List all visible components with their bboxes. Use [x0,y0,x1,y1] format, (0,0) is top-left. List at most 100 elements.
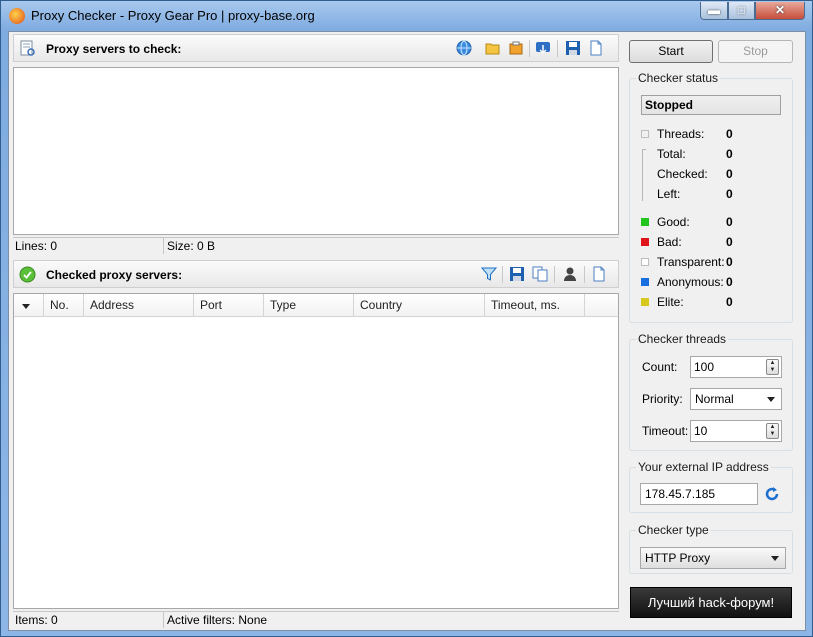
status-label: Threads: [657,127,705,141]
title-bar[interactable]: Proxy Checker - Proxy Gear Pro | proxy-b… [1,1,812,29]
column-header-country[interactable]: Country [354,294,485,316]
spin-arrows-icon[interactable]: ▲ ▼ [766,359,779,375]
status-row-transparent: Transparent: 0 [630,255,810,271]
toolbar-separator [557,40,558,57]
checker-type-select[interactable]: HTTP Proxy [640,547,786,569]
size-count: Size: 0 B [167,239,216,253]
refresh-icon[interactable] [763,485,781,503]
filter-icon[interactable] [481,266,497,282]
proxy-list-header: Proxy servers to check: [13,34,619,62]
status-label: Checked: [657,167,708,181]
checker-status-group: Checker status Stopped Threads: 0 Total:… [629,71,793,323]
new-document-icon[interactable] [588,40,604,56]
checker-status-legend: Checker status [636,71,721,85]
toolbar-separator [502,266,503,283]
status-value: 0 [726,255,733,269]
right-panel: Start Stop Checker status Stopped Thread… [623,32,807,632]
bad-color-swatch [641,238,649,246]
external-ip-field[interactable]: 178.45.7.185 [640,483,758,505]
save-icon[interactable] [565,40,581,56]
status-row-threads: Threads: 0 [630,127,810,143]
status-label: Anonymous: [657,275,724,289]
paste-icon[interactable] [508,40,524,56]
status-row-bad: Bad: 0 [630,235,810,251]
start-button[interactable]: Start [629,40,713,63]
count-label: Count: [642,360,678,374]
spin-arrows-icon[interactable]: ▲ ▼ [766,423,779,439]
timeout-value: 10 [694,424,708,438]
status-label: Left: [657,187,681,201]
external-ip-legend: Your external IP address [636,460,771,474]
minimize-button[interactable]: ▬ [700,2,728,20]
client-area: Proxy servers to check: Lines: 0 Size: 0… [8,31,806,631]
elite-color-swatch [641,298,649,306]
stop-button[interactable]: Stop [718,40,793,63]
toolbar-separator [584,266,585,283]
active-filters: Active filters: None [167,613,268,627]
minimize-icon: ▬ [708,3,720,17]
close-icon: ✕ [774,3,786,17]
checker-threads-legend: Checker threads [636,332,729,346]
status-value: 0 [726,275,733,289]
checker-type-group: Checker type HTTP Proxy [629,523,793,574]
checked-list-statusbar: Items: 0 Active filters: None [13,611,619,628]
status-row-total: Total: 0 [630,147,810,163]
status-row-elite: Elite: 0 [630,295,810,311]
checker-type-value: HTTP Proxy [645,551,711,565]
column-header-no[interactable]: No. [44,294,84,316]
count-value: 100 [694,360,715,374]
priority-label: Priority: [642,392,683,406]
status-label: Total: [657,147,686,161]
external-ip-value: 178.45.7.185 [645,487,716,501]
checker-state: Stopped [641,95,781,115]
status-value: 0 [726,127,733,141]
status-divider [163,612,164,628]
status-row-anonymous: Anonymous: 0 [630,275,810,291]
proxy-list-textarea[interactable] [13,67,619,235]
column-header-address[interactable]: Address [84,294,194,316]
import-icon[interactable] [535,40,551,56]
good-color-swatch [641,218,649,226]
status-value: 0 [726,235,733,249]
promo-banner[interactable]: Лучший hack-форум! [630,587,792,618]
timeout-label: Timeout: [642,424,689,438]
priority-select[interactable]: Normal [690,388,782,410]
proxy-list-icon [20,40,35,56]
count-stepper[interactable]: 100 ▲ ▼ [690,356,782,378]
save-icon[interactable] [509,266,525,282]
status-row-checked: Checked: 0 [630,167,810,183]
column-selector[interactable] [14,294,44,316]
status-value: 0 [726,147,733,161]
close-button[interactable]: ✕ [755,2,805,20]
status-label: Elite: [657,295,684,309]
column-header-port[interactable]: Port [194,294,264,316]
status-label: Good: [657,215,690,229]
proxy-list-statusbar: Lines: 0 Size: 0 B [13,237,619,254]
lines-count: Lines: 0 [15,239,58,253]
globe-icon[interactable] [456,40,472,56]
transparent-color-swatch [641,258,649,266]
app-window: Proxy Checker - Proxy Gear Pro | proxy-b… [0,0,813,637]
column-header-timeout[interactable]: Timeout, ms. [485,294,585,316]
status-row-left: Left: 0 [630,187,810,203]
checked-list-title: Checked proxy servers: [46,268,183,282]
timeout-stepper[interactable]: 10 ▲ ▼ [690,420,782,442]
open-folder-icon[interactable] [485,40,501,56]
check-circle-icon [19,266,36,283]
window-title: Proxy Checker - Proxy Gear Pro | proxy-b… [31,8,315,23]
status-divider [163,238,164,254]
column-header-type[interactable]: Type [264,294,354,316]
status-value: 0 [726,167,733,181]
status-label: Bad: [657,235,682,249]
status-color-swatch [641,130,649,138]
checked-proxies-table[interactable]: No. Address Port Type Country Timeout, m… [13,293,619,609]
maximize-button[interactable]: □ [728,2,755,20]
status-value: 0 [726,215,733,229]
status-row-good: Good: 0 [630,215,810,231]
user-icon[interactable] [562,266,578,282]
chevron-down-icon [767,397,775,402]
copy-icon[interactable] [532,266,548,282]
items-count: Items: 0 [15,613,58,627]
new-document-icon[interactable] [591,266,607,282]
toolbar-separator [529,40,530,57]
